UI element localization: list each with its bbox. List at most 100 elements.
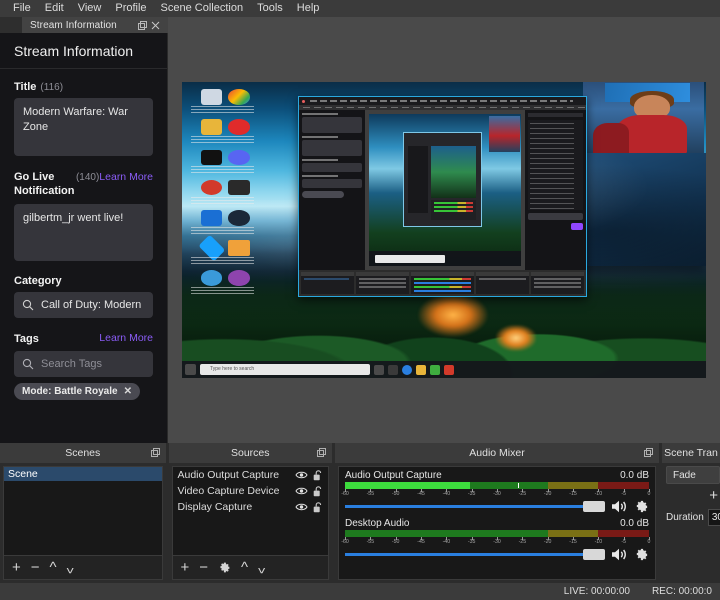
dock-tab-stream-information[interactable]: Stream Information — [22, 17, 168, 33]
nested-title-bar — [299, 97, 585, 105]
audio-mixer-tracks: Audio Output Capture 0.0 dB -60-55-50-45… — [338, 466, 656, 580]
scene-transitions-panel: Scene Tran Fade + Duration 30 — [662, 443, 720, 583]
source-label: Audio Output Capture — [178, 469, 291, 481]
audio-level-meter — [345, 530, 649, 537]
volume-slider[interactable] — [345, 548, 605, 561]
source-list-item[interactable]: Display Capture — [173, 499, 329, 515]
category-input[interactable]: Call of Duty: Modern — [14, 292, 153, 318]
meter-tick-label: -50 — [392, 539, 400, 545]
nested-sources-panel — [356, 272, 409, 294]
menu-item-file[interactable]: File — [6, 0, 38, 17]
gear-icon[interactable] — [218, 561, 231, 574]
sources-list[interactable]: Audio Output Capture Video Capture Devic… — [172, 466, 330, 556]
nested-preview — [365, 110, 525, 270]
scenes-list[interactable]: Scene — [3, 466, 163, 556]
sources-header: Sources — [169, 443, 333, 463]
sources-panel: Sources Audio Output Capture Video Captu… — [169, 443, 333, 583]
webcam-overlay — [583, 82, 704, 153]
nested-stream-info-dock — [299, 110, 365, 270]
wallpaper-lantern — [418, 293, 488, 337]
nested-obs-window — [298, 96, 586, 297]
unlock-icon[interactable] — [313, 486, 323, 497]
tags-label: Tags — [14, 332, 39, 346]
menu-item-view[interactable]: View — [71, 0, 109, 17]
add-scene-button[interactable]: + — [12, 560, 21, 575]
audio-meter-scale: -60-55-50-45-40-35-30-25-20-15-10-50 — [345, 537, 649, 546]
close-icon[interactable] — [151, 21, 164, 30]
unlock-icon[interactable] — [313, 502, 323, 513]
meter-tick-label: -40 — [443, 539, 451, 545]
desktop-icon-column — [188, 88, 256, 348]
menu-item-edit[interactable]: Edit — [38, 0, 71, 17]
dock-tab-strip: Stream Information — [0, 17, 168, 33]
source-list-item[interactable]: Video Capture Device — [173, 483, 329, 499]
gear-icon[interactable] — [634, 499, 649, 514]
close-icon[interactable]: ✕ — [124, 386, 132, 397]
scenes-header: Scenes — [0, 443, 166, 463]
meter-tick-label: -55 — [367, 539, 375, 545]
program-preview-canvas[interactable]: Type here to search — [182, 82, 706, 378]
desktop-icon — [188, 118, 256, 148]
float-icon[interactable] — [138, 21, 151, 30]
speaker-icon[interactable] — [611, 499, 628, 514]
add-source-button[interactable]: + — [181, 560, 190, 575]
transition-duration-row: Duration 30 — [666, 509, 720, 526]
menu-item-scene-collection[interactable]: Scene Collection — [154, 0, 251, 17]
meter-tick-label: -5 — [621, 491, 626, 497]
add-transition-button[interactable]: + — [666, 488, 720, 503]
go-live-learn-more-link[interactable]: Learn More — [99, 171, 153, 183]
audio-level-meter — [345, 482, 649, 489]
meter-tick-label: 0 — [648, 491, 651, 497]
move-scene-up-button[interactable]: ^ — [50, 560, 57, 575]
go-live-notification-input[interactable]: gilbertm_jr went live! — [14, 204, 153, 261]
stream-information-dock: Stream Information Title (116) Modern Wa… — [0, 33, 168, 443]
desktop-icon — [188, 269, 256, 299]
title-input[interactable]: Modern Warfare: War Zone — [14, 98, 153, 156]
audio-track-name: Desktop Audio — [345, 518, 410, 529]
audio-meter-scale: -60-55-50-45-40-35-30-25-20-15-10-50 — [345, 489, 649, 498]
eye-icon[interactable] — [295, 502, 308, 512]
wallpaper-lantern-2 — [496, 325, 536, 351]
transition-select[interactable]: Fade — [666, 466, 720, 484]
bottom-dock-row: Scenes Scene + − ^ ^ Sources — [0, 443, 720, 583]
move-scene-down-button[interactable]: ^ — [67, 560, 74, 575]
scenes-title: Scenes — [65, 447, 100, 459]
eye-icon[interactable] — [295, 470, 308, 480]
volume-slider[interactable] — [345, 500, 605, 513]
tags-search-input[interactable]: Search Tags — [14, 351, 153, 377]
tags-search-placeholder: Search Tags — [41, 358, 102, 370]
move-source-down-button[interactable]: ^ — [258, 560, 265, 575]
speaker-icon[interactable] — [611, 547, 628, 562]
menu-item-help[interactable]: Help — [290, 0, 327, 17]
gear-icon[interactable] — [634, 547, 649, 562]
meter-tick-label: -15 — [569, 539, 577, 545]
transition-value: Fade — [673, 470, 696, 481]
duration-input[interactable]: 30 — [708, 509, 720, 526]
scene-list-item[interactable]: Scene — [4, 467, 162, 481]
audio-track-db: 0.0 dB — [620, 518, 649, 529]
desktop-icon — [188, 179, 256, 209]
float-icon[interactable] — [644, 448, 653, 457]
float-icon[interactable] — [151, 448, 160, 457]
meter-tick-label: -20 — [544, 491, 552, 497]
remove-scene-button[interactable]: − — [31, 560, 40, 575]
source-label: Display Capture — [178, 501, 291, 513]
scenes-panel: Scenes Scene + − ^ ^ — [0, 443, 166, 583]
meter-tick-label: -20 — [544, 539, 552, 545]
float-icon[interactable] — [317, 448, 326, 457]
scenes-toolbar: + − ^ ^ — [3, 556, 163, 580]
unlock-icon[interactable] — [313, 470, 323, 481]
eye-icon[interactable] — [295, 486, 308, 496]
go-live-label-row: Go Live Notification (140)Learn More — [14, 170, 153, 198]
meter-tick-label: -10 — [595, 491, 603, 497]
meter-tick-label: -15 — [569, 491, 577, 497]
move-source-up-button[interactable]: ^ — [241, 560, 248, 575]
remove-source-button[interactable]: − — [199, 560, 208, 575]
tag-chip[interactable]: Mode: Battle Royale ✕ — [14, 383, 140, 400]
source-list-item[interactable]: Audio Output Capture — [173, 467, 329, 483]
nested-scenes-panel — [301, 272, 354, 294]
meter-tick-label: -45 — [417, 491, 425, 497]
menu-item-tools[interactable]: Tools — [250, 0, 290, 17]
tags-learn-more-link[interactable]: Learn More — [99, 332, 153, 344]
menu-item-profile[interactable]: Profile — [108, 0, 153, 17]
